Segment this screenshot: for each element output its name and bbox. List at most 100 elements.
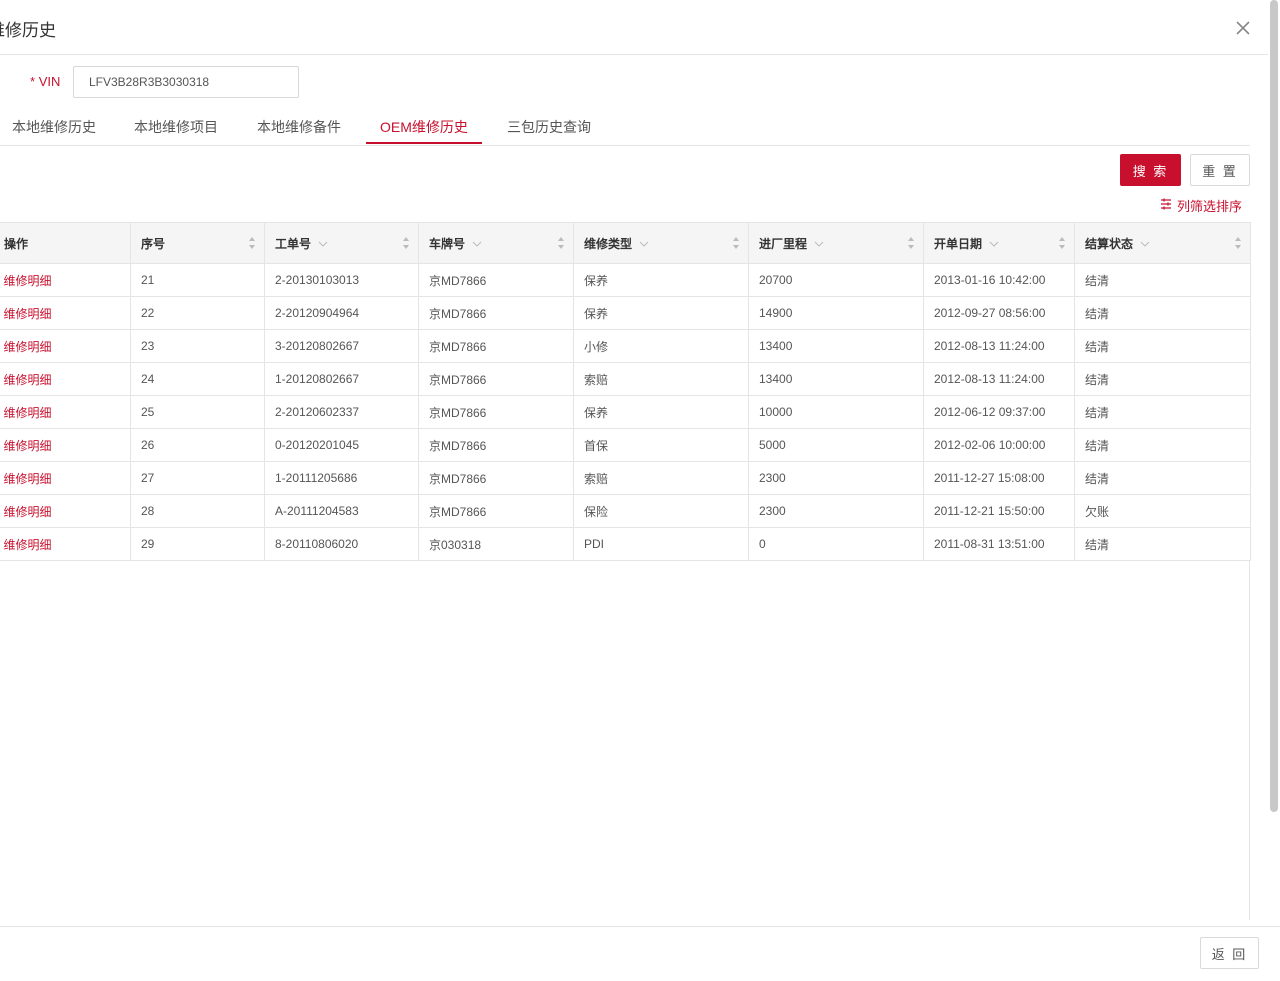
- table-cell: 28: [130, 494, 265, 528]
- table-cell: 2013-01-16 10:42:00: [923, 263, 1075, 297]
- cell-value: 2012-09-27 08:56:00: [934, 306, 1046, 320]
- oem-repair-history-table: 操作 序号 工单号 车牌号 维修类型 进厂里程 开单日期 结算状态 维修明细 2…: [0, 222, 1251, 561]
- cell-value: 保养: [584, 306, 609, 321]
- table-row[interactable]: 维修明细 27 1-20111205686 京MD7866 索赔 2300 2011-12-…: [0, 461, 1251, 495]
- sort-icon[interactable]: [1234, 236, 1242, 250]
- sort-icon[interactable]: [907, 236, 915, 250]
- table-cell: 保养: [573, 263, 749, 297]
- table-cell: 3-20120802667: [264, 329, 419, 363]
- table-row[interactable]: 维修明细 25 2-20120602337 京MD7866 保养 10000 2012-06…: [0, 395, 1251, 429]
- table-cell: 2-20120904964: [264, 296, 419, 330]
- tab-warranty-history[interactable]: 三包历史查询: [495, 112, 603, 144]
- dialog-footer: [0, 926, 1280, 981]
- column-filter-label: 列筛选排序: [1177, 199, 1243, 214]
- cell-value: 2-20120904964: [275, 306, 360, 320]
- table-cell: 2012-09-27 08:56:00: [923, 296, 1075, 330]
- cell-value: 2012-02-06 10:00:00: [934, 438, 1046, 452]
- sort-icon[interactable]: [248, 236, 256, 250]
- table-row[interactable]: 维修明细 24 1-20120802667 京MD7866 索赔 13400 2012-08…: [0, 362, 1251, 396]
- sort-icon[interactable]: [557, 236, 565, 250]
- table-cell: 1-20120802667: [264, 362, 419, 396]
- chevron-down-icon[interactable]: [1140, 241, 1150, 248]
- repair-detail-link[interactable]: 维修明细: [0, 340, 52, 354]
- search-button[interactable]: 搜 索: [1120, 154, 1181, 186]
- repair-detail-link[interactable]: 维修明细: [0, 307, 52, 321]
- tab-local-repair-history[interactable]: 本地维修历史: [0, 112, 108, 144]
- repair-detail-link[interactable]: 维修明细: [0, 373, 52, 387]
- chevron-down-icon[interactable]: [472, 241, 482, 248]
- sort-icon[interactable]: [402, 236, 410, 250]
- table-cell: 维修明细: [0, 263, 131, 297]
- repair-detail-link[interactable]: 维修明细: [0, 439, 52, 453]
- chevron-down-icon[interactable]: [639, 241, 649, 248]
- cell-value: 2300: [759, 504, 786, 518]
- table-row[interactable]: 维修明细 23 3-20120802667 京MD7866 小修 13400 2012-08…: [0, 329, 1251, 363]
- back-button[interactable]: 返 回: [1200, 937, 1259, 969]
- table-cell: 29: [130, 527, 265, 561]
- table-cell: 维修明细: [0, 494, 131, 528]
- cell-value: 京030318: [429, 537, 482, 552]
- table-row[interactable]: 维修明细 22 2-20120904964 京MD7866 保养 14900 2012-09…: [0, 296, 1251, 330]
- cell-value: 10000: [759, 405, 793, 419]
- cell-value: 保养: [584, 405, 609, 420]
- col-header-repair-type[interactable]: 维修类型: [573, 222, 749, 264]
- col-header-seq[interactable]: 序号: [130, 222, 265, 264]
- sort-icon[interactable]: [732, 236, 740, 250]
- cell-value: 2-20120602337: [275, 405, 360, 419]
- cell-value: 2012-08-13 11:24:00: [934, 339, 1045, 353]
- tab-bar: 本地维修历史 本地维修项目 本地维修备件 OEM维修历史 三包历史查询: [0, 112, 1250, 146]
- table-cell: 5000: [748, 428, 924, 462]
- table-cell: 结清: [1074, 296, 1251, 330]
- close-icon[interactable]: [1233, 18, 1253, 38]
- tab-local-repair-parts[interactable]: 本地维修备件: [245, 112, 353, 144]
- cell-value: A-20111204583: [275, 504, 359, 518]
- repair-detail-link[interactable]: 维修明细: [0, 406, 52, 420]
- column-filter-sort[interactable]: 列筛选排序: [1160, 196, 1242, 215]
- chevron-down-icon[interactable]: [318, 241, 328, 248]
- table-cell: 结清: [1074, 263, 1251, 297]
- chevron-down-icon[interactable]: [989, 241, 999, 248]
- cell-value: 保险: [584, 504, 609, 519]
- reset-button[interactable]: 重 置: [1190, 154, 1250, 186]
- table-cell: 0-20120201045: [264, 428, 419, 462]
- table-row[interactable]: 维修明细 21 2-20130103013 京MD7866 保养 20700 2013-01…: [0, 263, 1251, 297]
- cell-value: 京MD7866: [429, 372, 487, 387]
- sort-icon[interactable]: [1058, 236, 1066, 250]
- cell-value: 26: [141, 438, 155, 452]
- tab-local-repair-items[interactable]: 本地维修项目: [122, 112, 230, 144]
- table-cell: 京MD7866: [418, 494, 574, 528]
- table-right-border: [1249, 560, 1250, 920]
- repair-detail-link[interactable]: 维修明细: [0, 538, 52, 552]
- table-cell: 结清: [1074, 527, 1251, 561]
- tab-oem-repair-history[interactable]: OEM维修历史: [366, 112, 482, 144]
- cell-value: 20700: [759, 273, 793, 287]
- cell-value: 京MD7866: [429, 339, 487, 354]
- filter-icon: [1160, 198, 1172, 213]
- cell-value: PDI: [584, 537, 605, 551]
- dialog-header: 维修历史: [0, 0, 1268, 55]
- table-cell: 欠账: [1074, 494, 1251, 528]
- repair-detail-link[interactable]: 维修明细: [0, 472, 52, 486]
- table-row[interactable]: 维修明细 28 A-20111204583 京MD7866 保险 2300 2011-12-…: [0, 494, 1251, 528]
- col-header-order-no[interactable]: 工单号: [264, 222, 419, 264]
- table-cell: 22: [130, 296, 265, 330]
- chevron-down-icon[interactable]: [814, 241, 824, 248]
- table-row[interactable]: 维修明细 29 8-20110806020 京030318 PDI 0 2011-08-31…: [0, 527, 1251, 561]
- col-header-order-date[interactable]: 开单日期: [923, 222, 1075, 264]
- col-header-settlement-status[interactable]: 结算状态: [1074, 222, 1251, 264]
- cell-value: 5000: [759, 438, 786, 452]
- table-cell: 维修明细: [0, 461, 131, 495]
- table-body: 维修明细 21 2-20130103013 京MD7866 保养 20700 2013-01…: [0, 263, 1251, 561]
- cell-value: 结清: [1085, 537, 1110, 552]
- table-row[interactable]: 维修明细 26 0-20120201045 京MD7866 首保 5000 2012-02-…: [0, 428, 1251, 462]
- cell-value: 2011-12-27 15:08:00: [934, 471, 1045, 485]
- col-header-plate[interactable]: 车牌号: [418, 222, 574, 264]
- table-cell: 京MD7866: [418, 461, 574, 495]
- col-header-mileage[interactable]: 进厂里程: [748, 222, 924, 264]
- vin-input[interactable]: [73, 66, 299, 98]
- repair-detail-link[interactable]: 维修明细: [0, 274, 52, 288]
- table-cell: 保险: [573, 494, 749, 528]
- table-cell: 京MD7866: [418, 395, 574, 429]
- repair-detail-link[interactable]: 维修明细: [0, 505, 52, 519]
- vertical-scrollbar[interactable]: [1270, 0, 1278, 812]
